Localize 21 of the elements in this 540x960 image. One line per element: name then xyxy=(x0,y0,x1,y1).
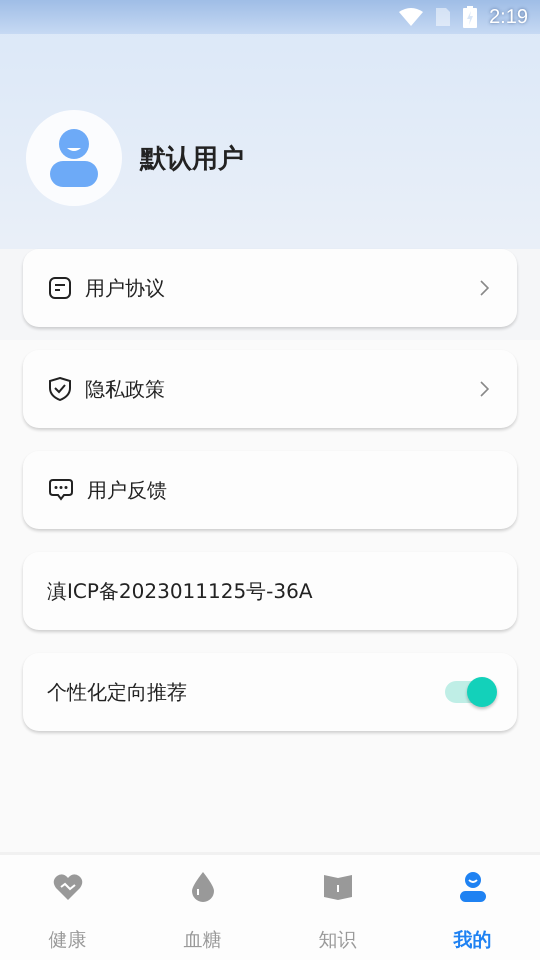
menu-item[interactable]: 用户反馈 xyxy=(23,451,517,529)
user-name: 默认用户 xyxy=(140,142,244,176)
wifi-icon xyxy=(399,8,424,26)
person-icon xyxy=(460,871,486,903)
nav-tab[interactable]: 我的 xyxy=(405,855,540,960)
document-icon xyxy=(49,277,71,299)
menu-label: 滇ICP备2023011125号-36A xyxy=(47,578,314,604)
menu-label: 个性化定向推荐 xyxy=(47,678,188,706)
menu-label: 用户反馈 xyxy=(87,476,168,504)
battery-icon xyxy=(463,6,478,28)
menu-item[interactable]: 隐私政策 xyxy=(23,350,517,428)
drop-icon xyxy=(192,871,214,903)
menu-item[interactable]: 用户协议 xyxy=(23,249,517,327)
chat-bubble-icon xyxy=(49,479,73,501)
shield-check-icon xyxy=(49,377,71,401)
status-time: 2:19 xyxy=(489,6,528,28)
no-sim-icon xyxy=(435,7,452,27)
menu-label: 用户协议 xyxy=(85,274,166,302)
menu-item[interactable]: 个性化定向推荐 xyxy=(23,653,517,731)
person-icon xyxy=(49,129,99,187)
menu-label: 隐私政策 xyxy=(85,376,166,402)
